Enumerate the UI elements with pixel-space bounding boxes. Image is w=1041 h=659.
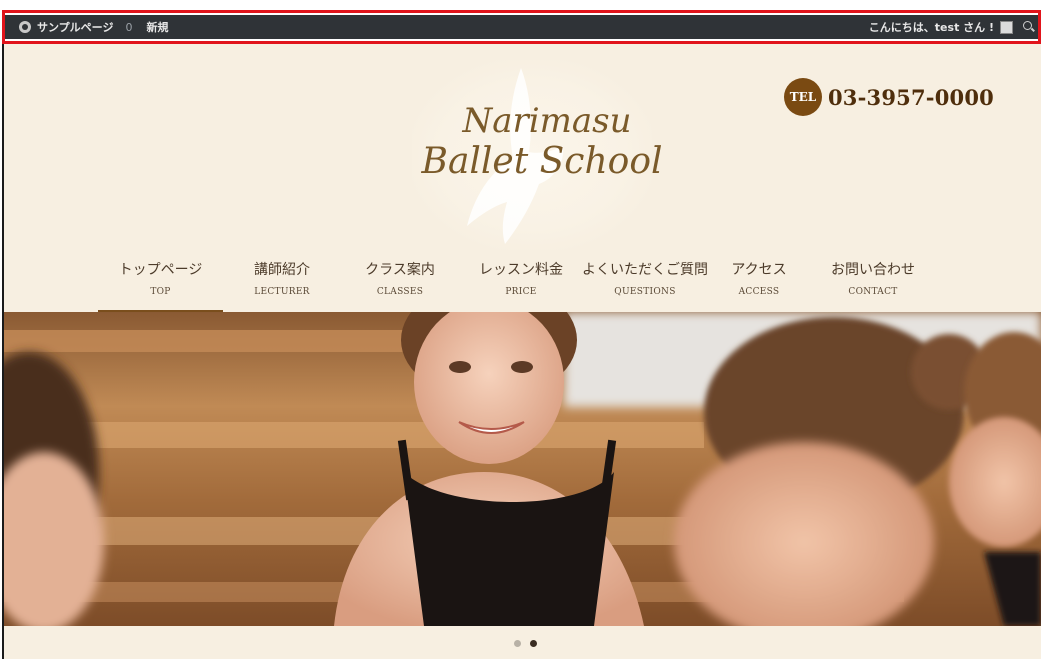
nav-label-jp: アクセス (731, 262, 787, 278)
avatar[interactable] (1000, 20, 1013, 34)
logo-line-1: Narimasu (462, 101, 632, 141)
nav-item-price[interactable]: レッスン料金 PRICE (459, 257, 583, 312)
nav-label-jp: トップページ (118, 262, 203, 278)
nav-label-en: CLASSES (376, 287, 424, 297)
slider-dot-2[interactable] (530, 640, 537, 647)
nav-label-jp: お問い合わせ (831, 262, 915, 278)
hero-slider-image[interactable] (4, 312, 1041, 626)
phone-number: 03-3957-0000 (828, 84, 994, 110)
ballet-photo (4, 312, 1041, 626)
nav-item-lecturer[interactable]: 講師紹介 LECTURER (223, 257, 341, 312)
nav-label-en: QUESTIONS (614, 287, 676, 297)
nav-label-jp: クラス案内 (365, 262, 435, 278)
new-content-link[interactable]: 新規 (146, 15, 168, 39)
search-icon[interactable] (1023, 21, 1035, 33)
nav-label-en: TOP (150, 287, 171, 297)
account-greeting[interactable]: こんにちは、test さん ! (869, 15, 994, 39)
nav-item-top[interactable]: トップページ TOP (98, 257, 223, 313)
site-menu[interactable]: サンプルページ (19, 15, 125, 39)
comments-count[interactable]: 0 (125, 15, 132, 39)
admin-bar: サンプルページ 0 新規 こんにちは、test さん ! (5, 15, 1041, 39)
nav-label-en: LECTURER (254, 287, 310, 297)
nav-item-questions[interactable]: よくいただくご質問 QUESTIONS (582, 257, 708, 312)
nav-label-jp: よくいただくご質問 (582, 262, 708, 278)
site-header: Narimasu Ballet School TEL 03-3957-0000 … (4, 44, 1041, 313)
nav-label-en: PRICE (505, 287, 537, 297)
dashboard-icon (19, 21, 31, 33)
nav-item-contact[interactable]: お問い合わせ CONTACT (811, 257, 935, 312)
logo-line-2: Ballet School (421, 141, 663, 182)
nav-label-en: CONTACT (848, 287, 898, 297)
tel-badge: TEL (784, 78, 822, 116)
main-nav: トップページ TOP 講師紹介 LECTURER クラス案内 CLASSES レ… (98, 257, 935, 313)
nav-label-en: ACCESS (738, 287, 780, 297)
slider-dot-1[interactable] (514, 640, 521, 647)
nav-item-access[interactable]: アクセス ACCESS (707, 257, 811, 312)
nav-label-jp: 講師紹介 (254, 262, 310, 278)
phone-contact[interactable]: TEL 03-3957-0000 (784, 78, 994, 116)
site-logo[interactable]: Narimasu Ballet School (402, 104, 682, 180)
nav-item-classes[interactable]: クラス案内 CLASSES (341, 257, 459, 312)
nav-label-jp: レッスン料金 (479, 262, 563, 278)
site-name-link[interactable]: サンプルページ (37, 19, 113, 35)
slider-dots (514, 640, 546, 647)
